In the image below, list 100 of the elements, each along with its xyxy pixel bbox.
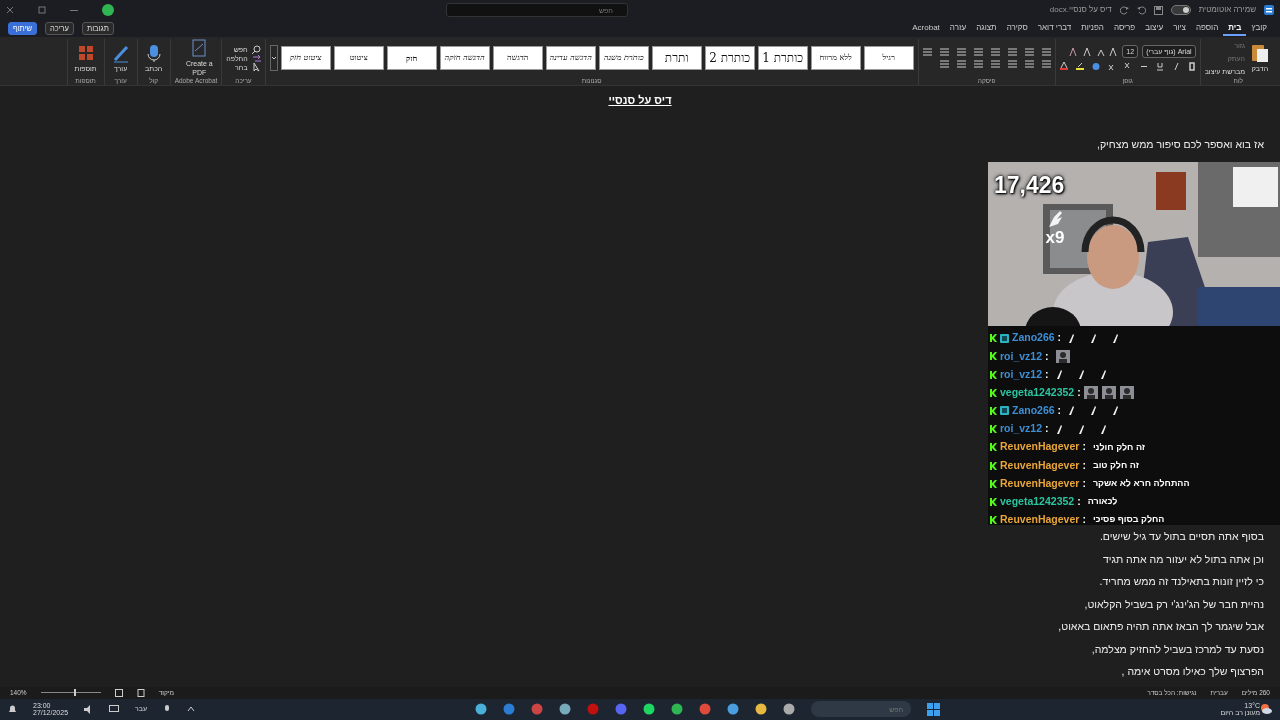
print-layout-icon[interactable] bbox=[136, 688, 145, 697]
style-preset[interactable]: כותרת 1 bbox=[757, 46, 808, 71]
chat-username[interactable]: ReuvenHagever bbox=[1000, 457, 1080, 474]
menu-tab[interactable]: עיצוב bbox=[1140, 21, 1169, 37]
avatar-icon bbox=[1101, 386, 1116, 400]
kick-badge-icon bbox=[990, 479, 997, 488]
chat-username[interactable]: ReuvenHagever bbox=[1000, 512, 1080, 528]
font-color-icon[interactable] bbox=[1059, 62, 1068, 72]
pdf-icon bbox=[190, 39, 209, 59]
underline-icon[interactable] bbox=[1155, 62, 1164, 72]
document-name[interactable]: דיס על סנסיי.docx bbox=[1049, 4, 1112, 17]
bold-icon[interactable] bbox=[1187, 62, 1196, 72]
weather-icon bbox=[1260, 703, 1272, 716]
chat-separator: : bbox=[1082, 457, 1086, 473]
microphone-icon bbox=[144, 43, 163, 63]
chat-separator: : bbox=[1082, 512, 1086, 528]
chat-username[interactable]: Zano266 bbox=[1012, 403, 1055, 419]
menu-tab[interactable]: קובץ bbox=[1246, 21, 1272, 37]
profile-avatar[interactable] bbox=[102, 4, 114, 17]
menu-tab[interactable]: תצוגה bbox=[971, 21, 1002, 37]
style-preset[interactable]: חזק bbox=[386, 46, 437, 71]
chat-separator: : bbox=[1077, 494, 1081, 509]
chat-username[interactable]: ReuvenHagever bbox=[1000, 439, 1080, 456]
chat-username[interactable]: roi_vz12 bbox=[1000, 421, 1043, 437]
chat-message: לכאורה bbox=[1087, 495, 1118, 509]
style-preset[interactable]: ציטוט bbox=[333, 46, 384, 71]
document-line: וכן אתה בתול לא יעזור מה אתה תגיד bbox=[1102, 551, 1265, 566]
style-preset[interactable]: הדגשה bbox=[492, 46, 543, 71]
chat-separator: : bbox=[1082, 439, 1086, 455]
close-icon[interactable] bbox=[6, 6, 14, 15]
chat-separator: : bbox=[1057, 403, 1062, 419]
avatar-icon bbox=[1083, 386, 1098, 400]
chat-message: זה חלק טוב bbox=[1092, 458, 1139, 472]
menu-tab[interactable]: הפניות bbox=[1076, 21, 1109, 37]
style-preset[interactable]: כותרת משנה bbox=[598, 46, 649, 71]
document-line: כי לזיין זונות בתאילנד זה ממש מחריד. bbox=[1099, 574, 1265, 589]
document-line: הפרצוף שלך כאילו מסרט אימה , bbox=[1121, 664, 1265, 679]
chat-separator: : bbox=[1077, 384, 1081, 400]
autosave-label: שמירה אוטומטית bbox=[1198, 4, 1256, 17]
style-preset[interactable]: הדגשה עדינה bbox=[545, 46, 596, 71]
subscriber-badge-icon bbox=[1000, 333, 1009, 343]
chat-username[interactable]: roi_vz12 bbox=[1000, 348, 1043, 365]
addins-icon bbox=[76, 43, 95, 63]
style-preset[interactable]: כותרת 2 bbox=[704, 46, 755, 71]
avatar-icon bbox=[1055, 349, 1070, 363]
document-line: נסעת עד למרכז בשביל להחזיק מצלמה, bbox=[1091, 641, 1265, 656]
chat-separator: : bbox=[1045, 421, 1049, 437]
menu-tab[interactable]: ציור bbox=[1168, 21, 1191, 37]
style-preset[interactable]: ותרת bbox=[651, 46, 702, 71]
quill-icon bbox=[1077, 370, 1084, 380]
menu-tab[interactable]: דברי דואר bbox=[1032, 21, 1077, 37]
chat-username[interactable]: Zano266 bbox=[1012, 330, 1055, 347]
paste-icon bbox=[1251, 43, 1269, 64]
kick-badge-icon bbox=[990, 425, 997, 434]
style-preset[interactable]: ללא מרווח bbox=[810, 46, 861, 71]
menu-tab[interactable]: סקירה bbox=[1001, 21, 1033, 37]
undo-icon[interactable] bbox=[1136, 5, 1146, 15]
menu-tab[interactable]: Acrobat bbox=[907, 21, 945, 37]
chat-separator: : bbox=[1057, 330, 1062, 346]
chat-username[interactable]: vegeta1242352 bbox=[1000, 494, 1075, 510]
kick-badge-icon bbox=[990, 497, 997, 506]
start-icon[interactable] bbox=[927, 702, 941, 716]
notification-bell-icon[interactable] bbox=[8, 704, 17, 715]
document-title: דיס על סנסיי bbox=[607, 93, 673, 109]
replace-icon bbox=[251, 53, 261, 63]
text-effects-icon[interactable] bbox=[1091, 62, 1100, 72]
kick-badge-icon bbox=[990, 461, 997, 470]
microphone-icon[interactable] bbox=[163, 704, 172, 714]
chevron-up-icon[interactable] bbox=[187, 706, 196, 713]
menu-tab[interactable]: הוספה bbox=[1191, 21, 1224, 37]
maximize-icon[interactable] bbox=[38, 6, 46, 15]
web-layout-icon[interactable] bbox=[114, 688, 123, 697]
gallery-more-icon[interactable] bbox=[269, 45, 278, 72]
kick-badge-icon bbox=[990, 334, 997, 343]
save-icon[interactable] bbox=[1153, 5, 1163, 15]
italic-icon[interactable] bbox=[1171, 62, 1180, 72]
document-line: אבל שיגמר לך הבאז אתה תהיה פתאום באאוט, bbox=[1058, 619, 1265, 634]
superscript-icon[interactable] bbox=[1107, 62, 1116, 72]
subscriber-badge-icon bbox=[1000, 406, 1009, 416]
kick-badge-icon bbox=[990, 516, 997, 525]
zoom-thumb[interactable] bbox=[73, 689, 76, 697]
chat-username[interactable]: roi_vz12 bbox=[1000, 366, 1043, 383]
multiplier-label: x9 bbox=[1045, 228, 1065, 246]
style-preset[interactable]: הדגשה חזקה bbox=[439, 46, 490, 71]
document-line: אז בוא ואספר לכם סיפור ממש מצחיק, bbox=[1097, 136, 1265, 151]
network-icon[interactable] bbox=[109, 704, 120, 714]
highlight-icon[interactable] bbox=[1075, 62, 1084, 72]
chat-message: החלק בסוף פסיכי bbox=[1092, 513, 1165, 527]
style-preset[interactable]: ציטוט חזק bbox=[280, 46, 331, 71]
chat-username[interactable]: vegeta1242352 bbox=[1000, 384, 1075, 401]
quill-icon bbox=[1068, 333, 1075, 343]
quill-icon bbox=[1099, 370, 1106, 380]
menu-tab[interactable]: עזרה bbox=[944, 21, 972, 37]
autosave-toggle[interactable] bbox=[1170, 5, 1191, 16]
avatar-icon bbox=[1119, 386, 1134, 400]
redo-icon[interactable] bbox=[1119, 5, 1129, 15]
chat-username[interactable]: ReuvenHagever bbox=[1000, 475, 1080, 492]
style-preset[interactable]: רגיל bbox=[863, 46, 914, 71]
chat-separator: : bbox=[1082, 475, 1086, 491]
menu-tab[interactable]: פריסה bbox=[1108, 21, 1141, 37]
